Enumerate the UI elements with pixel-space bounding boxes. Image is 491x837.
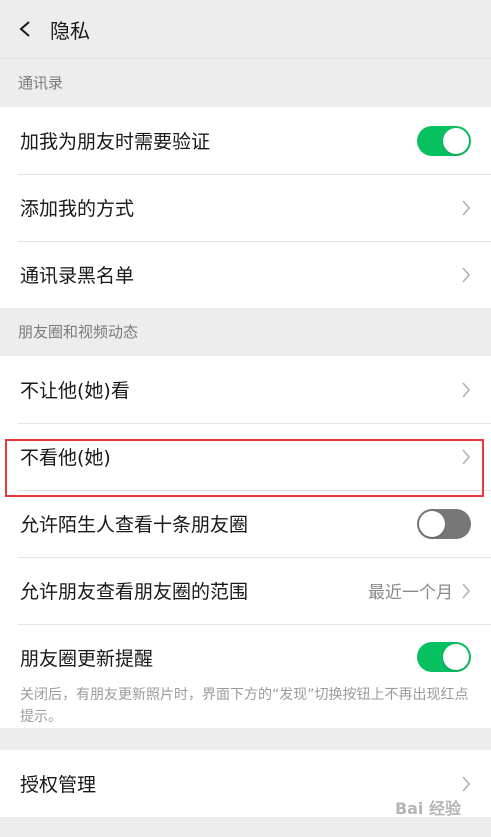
- toggle-knob: [443, 127, 469, 154]
- stranger-ten-toggle[interactable]: [417, 508, 471, 539]
- friend-verification-toggle[interactable]: [417, 125, 471, 156]
- chevron-right-icon: [462, 775, 471, 792]
- section-label-contacts: 通讯录: [0, 59, 491, 107]
- chevron-right-icon: [462, 381, 471, 398]
- row-label: 通讯录黑名单: [20, 265, 135, 287]
- chevron-right-icon: [462, 199, 471, 216]
- row-right: 最近一个月: [368, 578, 471, 603]
- watermark: Bai 经验: [394, 799, 461, 818]
- section-gap: [0, 728, 491, 750]
- page-title: 隐私: [50, 18, 90, 43]
- row-blacklist[interactable]: 通讯录黑名单: [0, 241, 491, 308]
- row-friend-verification: 加我为朋友时需要验证: [0, 107, 491, 174]
- chevron-right-icon: [462, 582, 471, 599]
- toggle-knob: [443, 644, 469, 670]
- update-reminder-hint: 关闭后，有朋友更新照片时，界面下方的“发现”切换按钮上不再出现红点提示。: [20, 687, 469, 725]
- back-icon[interactable]: [18, 21, 34, 37]
- contacts-group: 加我为朋友时需要验证 添加我的方式 通讯录黑名单: [0, 107, 491, 308]
- row-add-methods[interactable]: 添加我的方式: [0, 174, 491, 241]
- row-label: 不看他(她): [20, 447, 111, 469]
- row-label: 添加我的方式: [20, 198, 135, 220]
- moments-group: 不让他(她)看 不看他(她) 允许陌生人查看十条朋友圈 允许朋友查看朋友圈的范围…: [0, 356, 491, 728]
- toggle-knob: [419, 510, 445, 537]
- row-update-reminder: 朋友圈更新提醒 关闭后，有朋友更新照片时，界面下方的“发现”切换按钮上不再出现红…: [0, 624, 491, 728]
- row-label: 加我为朋友时需要验证: [20, 131, 211, 153]
- row-dont-let-see[interactable]: 不让他(她)看: [0, 356, 491, 423]
- row-label: 朋友圈更新提醒: [20, 647, 154, 670]
- row-label: 允许朋友查看朋友圈的范围: [20, 581, 249, 603]
- row-label: 不让他(她)看: [20, 380, 130, 402]
- row-stranger-ten: 允许陌生人查看十条朋友圈: [0, 490, 491, 557]
- chevron-right-icon: [462, 448, 471, 465]
- section-label-moments: 朋友圈和视频动态: [0, 308, 491, 356]
- header: 隐私: [0, 0, 491, 59]
- row-label: 授权管理: [20, 774, 97, 796]
- row-top: 朋友圈更新提醒: [20, 642, 471, 672]
- chevron-right-icon: [462, 266, 471, 283]
- row-label: 允许陌生人查看十条朋友圈: [20, 514, 249, 536]
- friend-range-value: 最近一个月: [368, 583, 453, 603]
- update-reminder-toggle[interactable]: [417, 642, 471, 672]
- row-dont-see[interactable]: 不看他(她): [0, 423, 491, 490]
- row-friend-range[interactable]: 允许朋友查看朋友圈的范围 最近一个月: [0, 557, 491, 624]
